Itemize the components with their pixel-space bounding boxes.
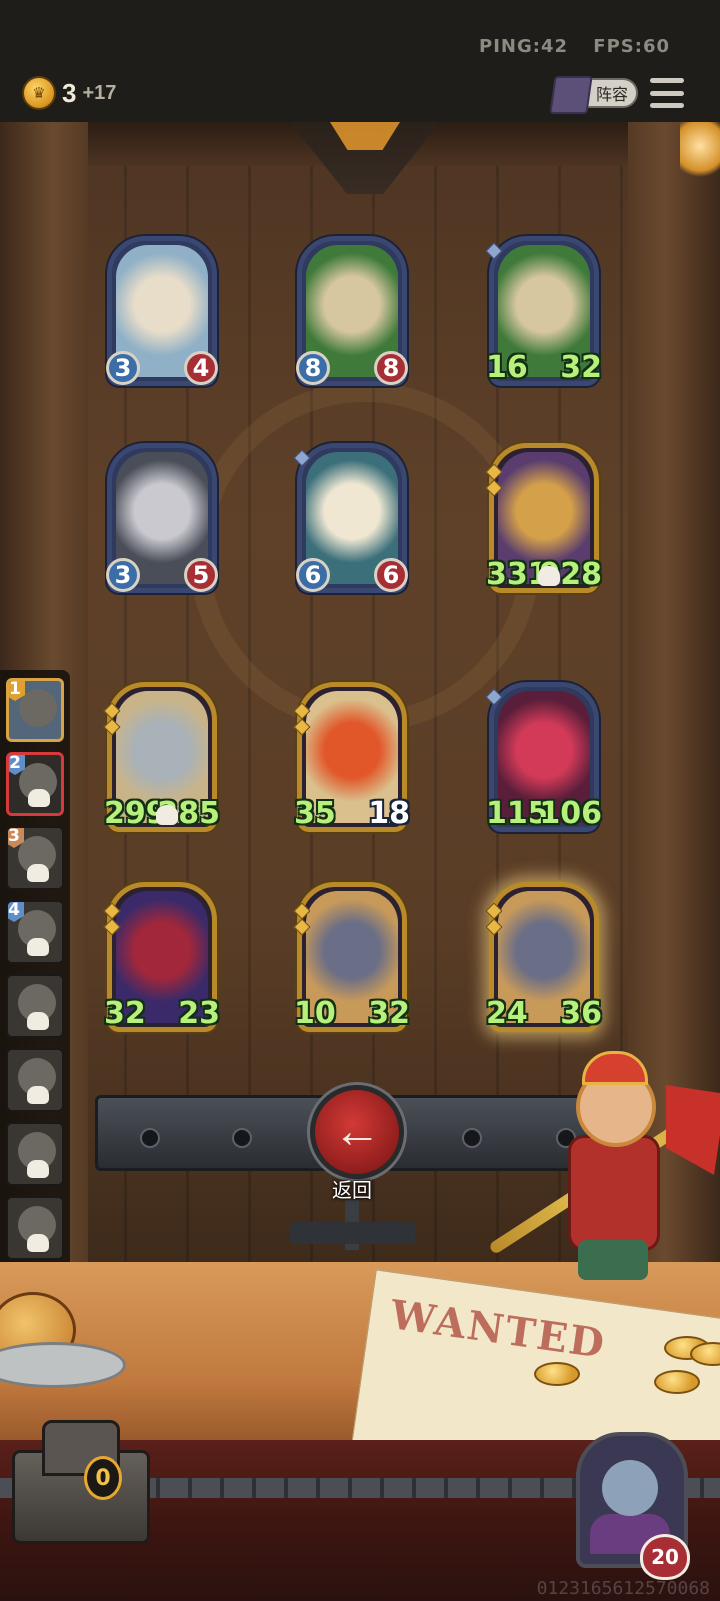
gold-coin-icon: ♛ [22, 76, 56, 110]
minion-card[interactable]: 10 32 [293, 882, 410, 1032]
hamburger-icon [650, 78, 684, 83]
health-value: 36 [560, 996, 602, 1031]
minion-card[interactable]: 34 [106, 236, 218, 386]
queue-item[interactable] [6, 1122, 64, 1186]
health-value: 32 [560, 350, 602, 385]
minion-card[interactable]: 115 106 [485, 682, 602, 832]
lives-count: 20 [651, 1545, 679, 1569]
fps-readout: FPS:60 [593, 36, 670, 57]
skull-icon [28, 789, 50, 807]
health-value: 5 [184, 558, 218, 592]
menu-button[interactable] [650, 78, 684, 108]
ping-readout: PING:42 [479, 36, 569, 57]
return-label: 返回 [332, 1180, 372, 1202]
queue-item[interactable]: 3 [6, 826, 64, 890]
minion-card[interactable]: 88 [296, 236, 408, 386]
minion-card[interactable]: 331 928 [485, 443, 602, 593]
minion-card[interactable]: 35 [106, 443, 218, 593]
minion-card[interactable]: 66 [293, 443, 408, 593]
queue-item[interactable] [6, 1048, 64, 1112]
skull-icon [27, 938, 49, 956]
lineup-label: 阵容 [595, 87, 628, 104]
health-heart-icon: 20 [640, 1534, 690, 1580]
attack-value: 10 [294, 996, 336, 1031]
opponent-queue: 1 2 3 4 [0, 670, 70, 1270]
health-value: 18 [368, 796, 410, 831]
attack-value: 8 [296, 351, 330, 385]
treasure-chest[interactable] [12, 1420, 150, 1544]
health-value: 8 [374, 351, 408, 385]
top-bar: PING:42 FPS:60 ♛ 3 +17 阵容 [0, 0, 720, 122]
queue-item[interactable]: 1 [6, 678, 64, 742]
health-value: 23 [178, 996, 220, 1031]
attack-value: 16 [486, 350, 528, 385]
attack-value: 24 [486, 996, 528, 1031]
skull-icon [27, 1160, 49, 1178]
health-value: 106 [539, 796, 602, 831]
arrow-left-icon: ← [333, 1105, 381, 1158]
skull-icon [156, 805, 178, 825]
health-value: 4 [184, 351, 218, 385]
minion-card[interactable]: 299 285 [103, 682, 220, 832]
hero-character [488, 1045, 720, 1290]
queue-item[interactable] [6, 974, 64, 1038]
queue-item[interactable]: 2 [6, 752, 64, 816]
wanted-poster-text: WANTED [387, 1291, 609, 1368]
skull-icon [27, 1234, 49, 1252]
wall-lamp [680, 122, 720, 182]
skull-icon [538, 566, 560, 586]
return-button[interactable]: ← [310, 1085, 404, 1179]
lineup-button[interactable]: 阵容 [549, 76, 638, 114]
queue-item[interactable] [6, 1196, 64, 1260]
queue-item[interactable]: 4 [6, 900, 64, 964]
skull-icon [27, 1012, 49, 1030]
avatar [602, 1460, 658, 1516]
attack-value: 35 [294, 796, 336, 831]
minion-card[interactable]: 24 36 [485, 882, 602, 1032]
user-id: 0123165612570068 [536, 1578, 710, 1599]
attack-value: 6 [296, 558, 330, 592]
chest-count: 0 [84, 1456, 122, 1500]
skull-icon [27, 1086, 49, 1104]
skull-icon [27, 864, 49, 882]
minion-card[interactable]: 35 18 [293, 682, 410, 832]
gold-counter: ♛ 3 +17 [22, 76, 116, 110]
book-icon [549, 76, 593, 114]
coin-icon [534, 1362, 580, 1386]
health-value: 32 [368, 996, 410, 1031]
attack-value: 32 [104, 996, 146, 1031]
network-stats: PING:42 FPS:60 [461, 36, 670, 57]
gold-amount: 3 [62, 77, 77, 108]
attack-value: 3 [106, 351, 140, 385]
coin-icon [654, 1370, 700, 1394]
minion-card[interactable]: 16 32 [485, 236, 602, 386]
minion-card[interactable]: 32 23 [103, 882, 220, 1032]
health-value: 6 [374, 558, 408, 592]
attack-value: 3 [106, 558, 140, 592]
gold-income: +17 [82, 81, 117, 104]
